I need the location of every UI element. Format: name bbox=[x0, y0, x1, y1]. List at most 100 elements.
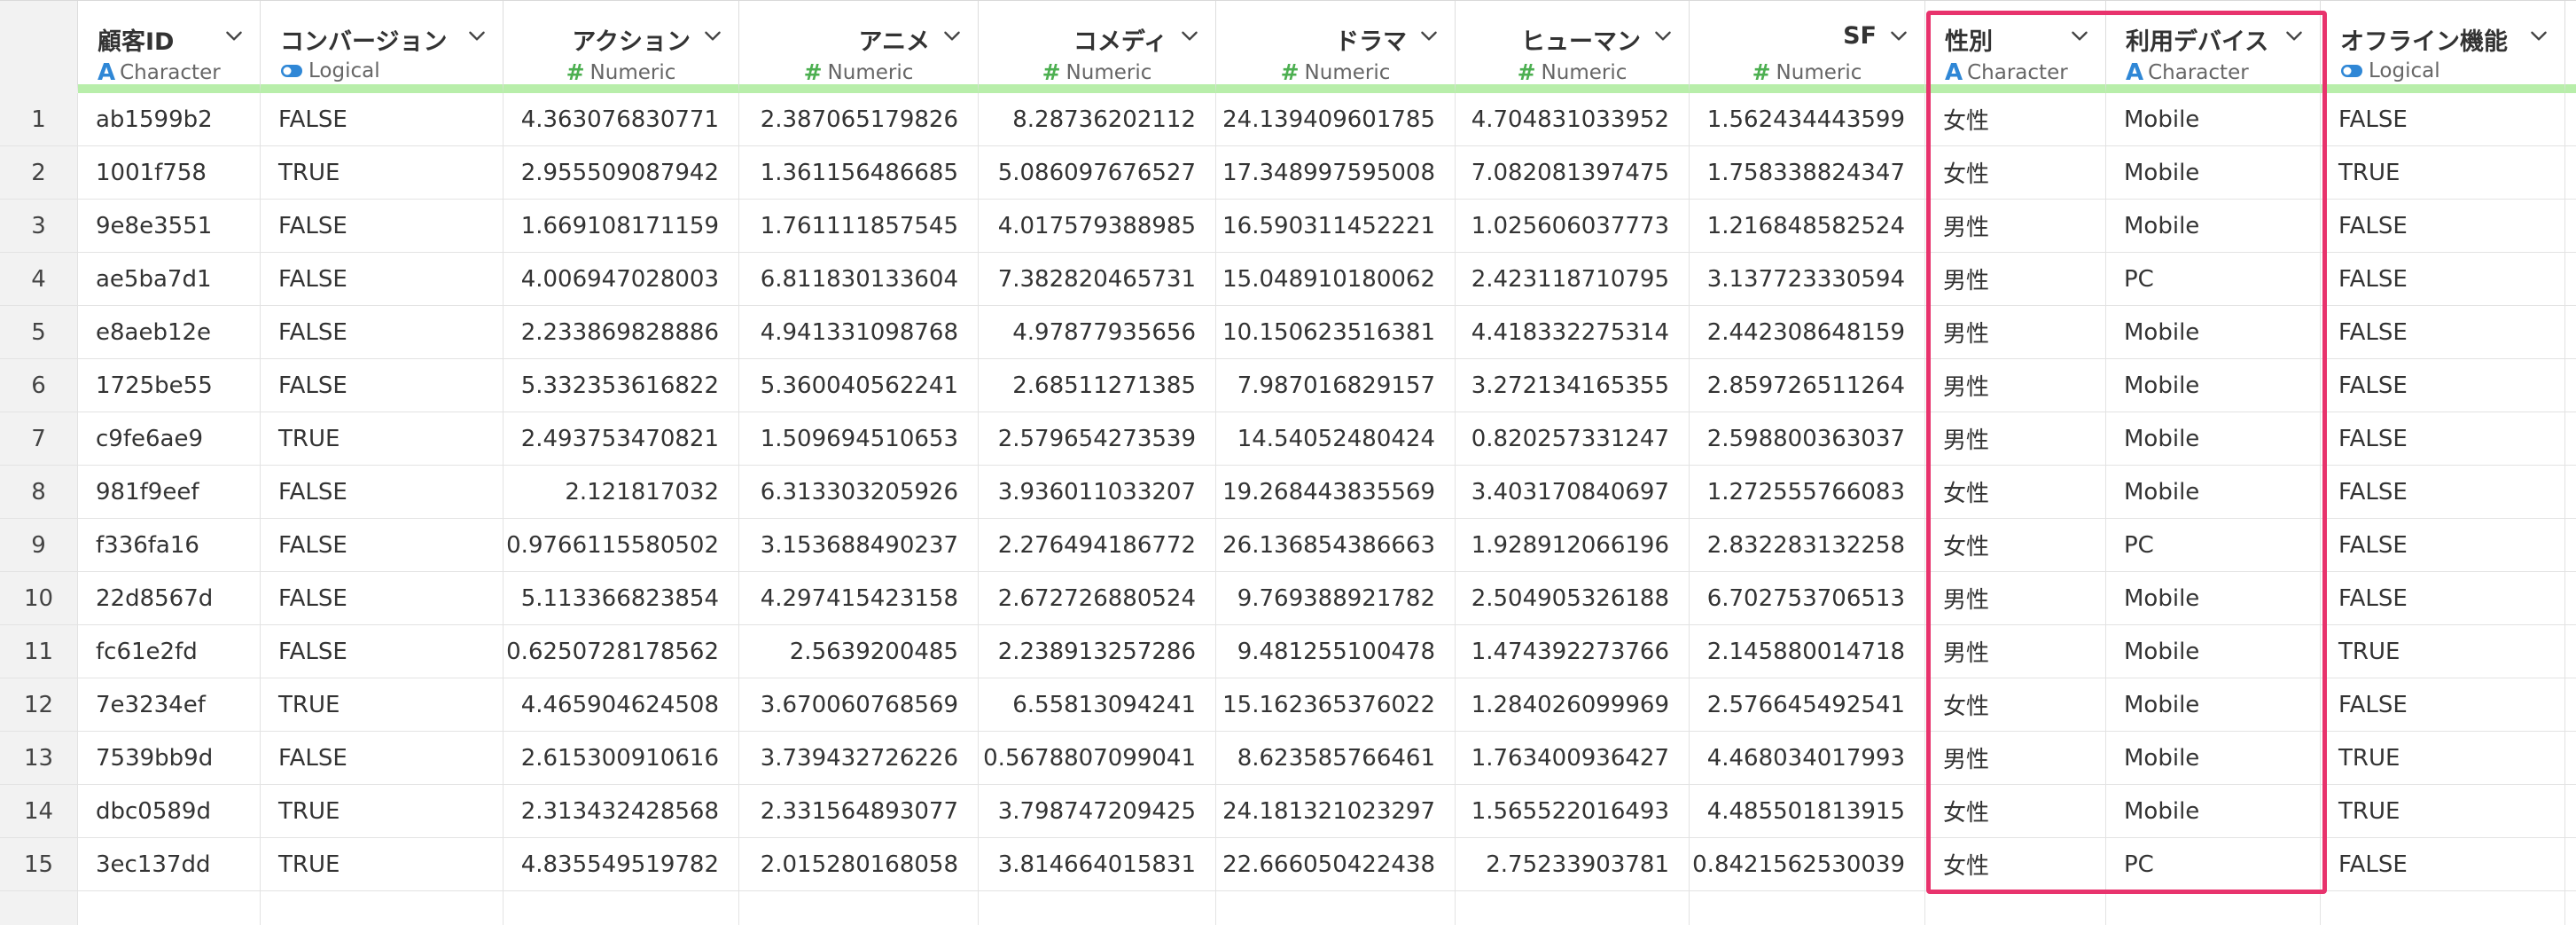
column-header-comedy[interactable]: コメディ # Numeric bbox=[979, 1, 1216, 93]
cell-conversion[interactable]: FALSE bbox=[261, 200, 503, 253]
cell-comedy[interactable]: 2.579654273539 bbox=[979, 412, 1216, 466]
chevron-down-icon[interactable] bbox=[465, 24, 488, 47]
chevron-down-icon[interactable] bbox=[2283, 24, 2306, 47]
cell-offline[interactable]: FALSE bbox=[2321, 678, 2565, 732]
cell-sf[interactable]: 6.702753706513 bbox=[1690, 572, 1925, 625]
cell-conversion[interactable]: FALSE bbox=[261, 359, 503, 412]
cell-sf[interactable]: 1.216848582524 bbox=[1690, 200, 1925, 253]
column-header-human[interactable]: ヒューマン # Numeric bbox=[1456, 1, 1690, 93]
column-header-device[interactable]: 利用デバイス A Character bbox=[2106, 1, 2321, 93]
cell-anime[interactable]: 3.670060768569 bbox=[739, 678, 979, 732]
cell-conversion[interactable]: FALSE bbox=[261, 732, 503, 785]
cell-comedy[interactable]: 2.672726880524 bbox=[979, 572, 1216, 625]
chevron-down-icon[interactable] bbox=[222, 24, 246, 47]
cell-customer-id[interactable]: 9e8e3551 bbox=[78, 200, 261, 253]
cell-device[interactable]: PC bbox=[2106, 519, 2321, 572]
cell-comedy[interactable]: 5.086097676527 bbox=[979, 146, 1216, 200]
cell-comedy[interactable]: 4.017579388985 bbox=[979, 200, 1216, 253]
cell-human[interactable]: 1.025606037773 bbox=[1456, 200, 1690, 253]
cell-human[interactable]: 4.704831033952 bbox=[1456, 93, 1690, 146]
cell-sf[interactable]: 2.598800363037 bbox=[1690, 412, 1925, 466]
chevron-down-icon[interactable] bbox=[1651, 24, 1674, 47]
cell-offline[interactable]: TRUE bbox=[2321, 785, 2565, 838]
cell-anime[interactable]: 1.761111857545 bbox=[739, 200, 979, 253]
cell-anime[interactable]: 2.015280168058 bbox=[739, 838, 979, 891]
cell-device[interactable]: Mobile bbox=[2106, 412, 2321, 466]
column-header-customer-id[interactable]: 顧客ID A Character bbox=[78, 1, 261, 93]
cell-device[interactable]: Mobile bbox=[2106, 306, 2321, 359]
cell-human[interactable]: 1.928912066196 bbox=[1456, 519, 1690, 572]
cell-customer-id[interactable]: ab1599b2 bbox=[78, 93, 261, 146]
cell-drama[interactable]: 10.150623516381 bbox=[1216, 306, 1456, 359]
cell-offline[interactable]: FALSE bbox=[2321, 306, 2565, 359]
cell-device[interactable]: Mobile bbox=[2106, 200, 2321, 253]
cell-action[interactable]: 4.835549519782 bbox=[503, 838, 739, 891]
cell-offline[interactable]: FALSE bbox=[2321, 572, 2565, 625]
cell-sf[interactable]: 2.859726511264 bbox=[1690, 359, 1925, 412]
cell-comedy[interactable]: 0.5678807099041 bbox=[979, 732, 1216, 785]
cell-conversion[interactable]: FALSE bbox=[261, 466, 503, 519]
cell-comedy[interactable]: 2.238913257286 bbox=[979, 625, 1216, 678]
cell-human[interactable]: 2.423118710795 bbox=[1456, 253, 1690, 306]
cell-action[interactable]: 2.615300910616 bbox=[503, 732, 739, 785]
cell-sf[interactable]: 0.8421562530039 bbox=[1690, 838, 1925, 891]
cell-gender[interactable]: 男性 bbox=[1925, 253, 2106, 306]
cell-comedy[interactable]: 3.936011033207 bbox=[979, 466, 1216, 519]
cell-device[interactable]: Mobile bbox=[2106, 359, 2321, 412]
cell-drama[interactable]: 7.987016829157 bbox=[1216, 359, 1456, 412]
cell-action[interactable]: 2.493753470821 bbox=[503, 412, 739, 466]
cell-device[interactable]: Mobile bbox=[2106, 572, 2321, 625]
chevron-down-icon[interactable] bbox=[1178, 24, 1201, 47]
cell-customer-id[interactable]: 1725be55 bbox=[78, 359, 261, 412]
cell-offline[interactable]: FALSE bbox=[2321, 359, 2565, 412]
chevron-down-icon[interactable] bbox=[2068, 24, 2091, 47]
cell-conversion[interactable]: TRUE bbox=[261, 838, 503, 891]
cell-gender[interactable]: 女性 bbox=[1925, 785, 2106, 838]
chevron-down-icon[interactable] bbox=[941, 24, 964, 47]
cell-drama[interactable]: 9.769388921782 bbox=[1216, 572, 1456, 625]
cell-drama[interactable]: 24.181321023297 bbox=[1216, 785, 1456, 838]
cell-customer-id[interactable]: 981f9eef bbox=[78, 466, 261, 519]
cell-customer-id[interactable]: 3ec137dd bbox=[78, 838, 261, 891]
cell-human[interactable]: 1.565522016493 bbox=[1456, 785, 1690, 838]
cell-anime[interactable]: 2.331564893077 bbox=[739, 785, 979, 838]
cell-sf[interactable]: 2.576645492541 bbox=[1690, 678, 1925, 732]
cell-action[interactable]: 4.465904624508 bbox=[503, 678, 739, 732]
cell-customer-id[interactable]: c9fe6ae9 bbox=[78, 412, 261, 466]
cell-customer-id[interactable]: fc61e2fd bbox=[78, 625, 261, 678]
cell-comedy[interactable]: 2.68511271385 bbox=[979, 359, 1216, 412]
cell-human[interactable]: 2.75233903781 bbox=[1456, 838, 1690, 891]
cell-sf[interactable]: 4.485501813915 bbox=[1690, 785, 1925, 838]
cell-device[interactable]: Mobile bbox=[2106, 785, 2321, 838]
cell-offline[interactable]: FALSE bbox=[2321, 412, 2565, 466]
cell-customer-id[interactable]: e8aeb12e bbox=[78, 306, 261, 359]
cell-offline[interactable]: FALSE bbox=[2321, 519, 2565, 572]
cell-anime[interactable]: 4.297415423158 bbox=[739, 572, 979, 625]
cell-action[interactable]: 4.006947028003 bbox=[503, 253, 739, 306]
cell-sf[interactable]: 1.758338824347 bbox=[1690, 146, 1925, 200]
cell-comedy[interactable]: 8.28736202112 bbox=[979, 93, 1216, 146]
cell-comedy[interactable]: 3.798747209425 bbox=[979, 785, 1216, 838]
cell-comedy[interactable]: 3.814664015831 bbox=[979, 838, 1216, 891]
cell-anime[interactable]: 2.5639200485 bbox=[739, 625, 979, 678]
cell-drama[interactable]: 16.590311452221 bbox=[1216, 200, 1456, 253]
cell-human[interactable]: 3.272134165355 bbox=[1456, 359, 1690, 412]
cell-action[interactable]: 1.669108171159 bbox=[503, 200, 739, 253]
cell-customer-id[interactable]: dbc0589d bbox=[78, 785, 261, 838]
cell-conversion[interactable]: FALSE bbox=[261, 253, 503, 306]
cell-offline[interactable]: TRUE bbox=[2321, 732, 2565, 785]
cell-comedy[interactable]: 6.55813094241 bbox=[979, 678, 1216, 732]
cell-drama[interactable]: 14.54052480424 bbox=[1216, 412, 1456, 466]
cell-drama[interactable]: 26.136854386663 bbox=[1216, 519, 1456, 572]
cell-gender[interactable]: 男性 bbox=[1925, 732, 2106, 785]
cell-drama[interactable]: 24.139409601785 bbox=[1216, 93, 1456, 146]
cell-conversion[interactable]: TRUE bbox=[261, 412, 503, 466]
cell-conversion[interactable]: FALSE bbox=[261, 625, 503, 678]
cell-drama[interactable]: 17.348997595008 bbox=[1216, 146, 1456, 200]
cell-conversion[interactable]: TRUE bbox=[261, 146, 503, 200]
cell-human[interactable]: 2.504905326188 bbox=[1456, 572, 1690, 625]
cell-offline[interactable]: FALSE bbox=[2321, 466, 2565, 519]
cell-gender[interactable]: 女性 bbox=[1925, 146, 2106, 200]
cell-action[interactable]: 0.9766115580502 bbox=[503, 519, 739, 572]
cell-anime[interactable]: 1.361156486685 bbox=[739, 146, 979, 200]
